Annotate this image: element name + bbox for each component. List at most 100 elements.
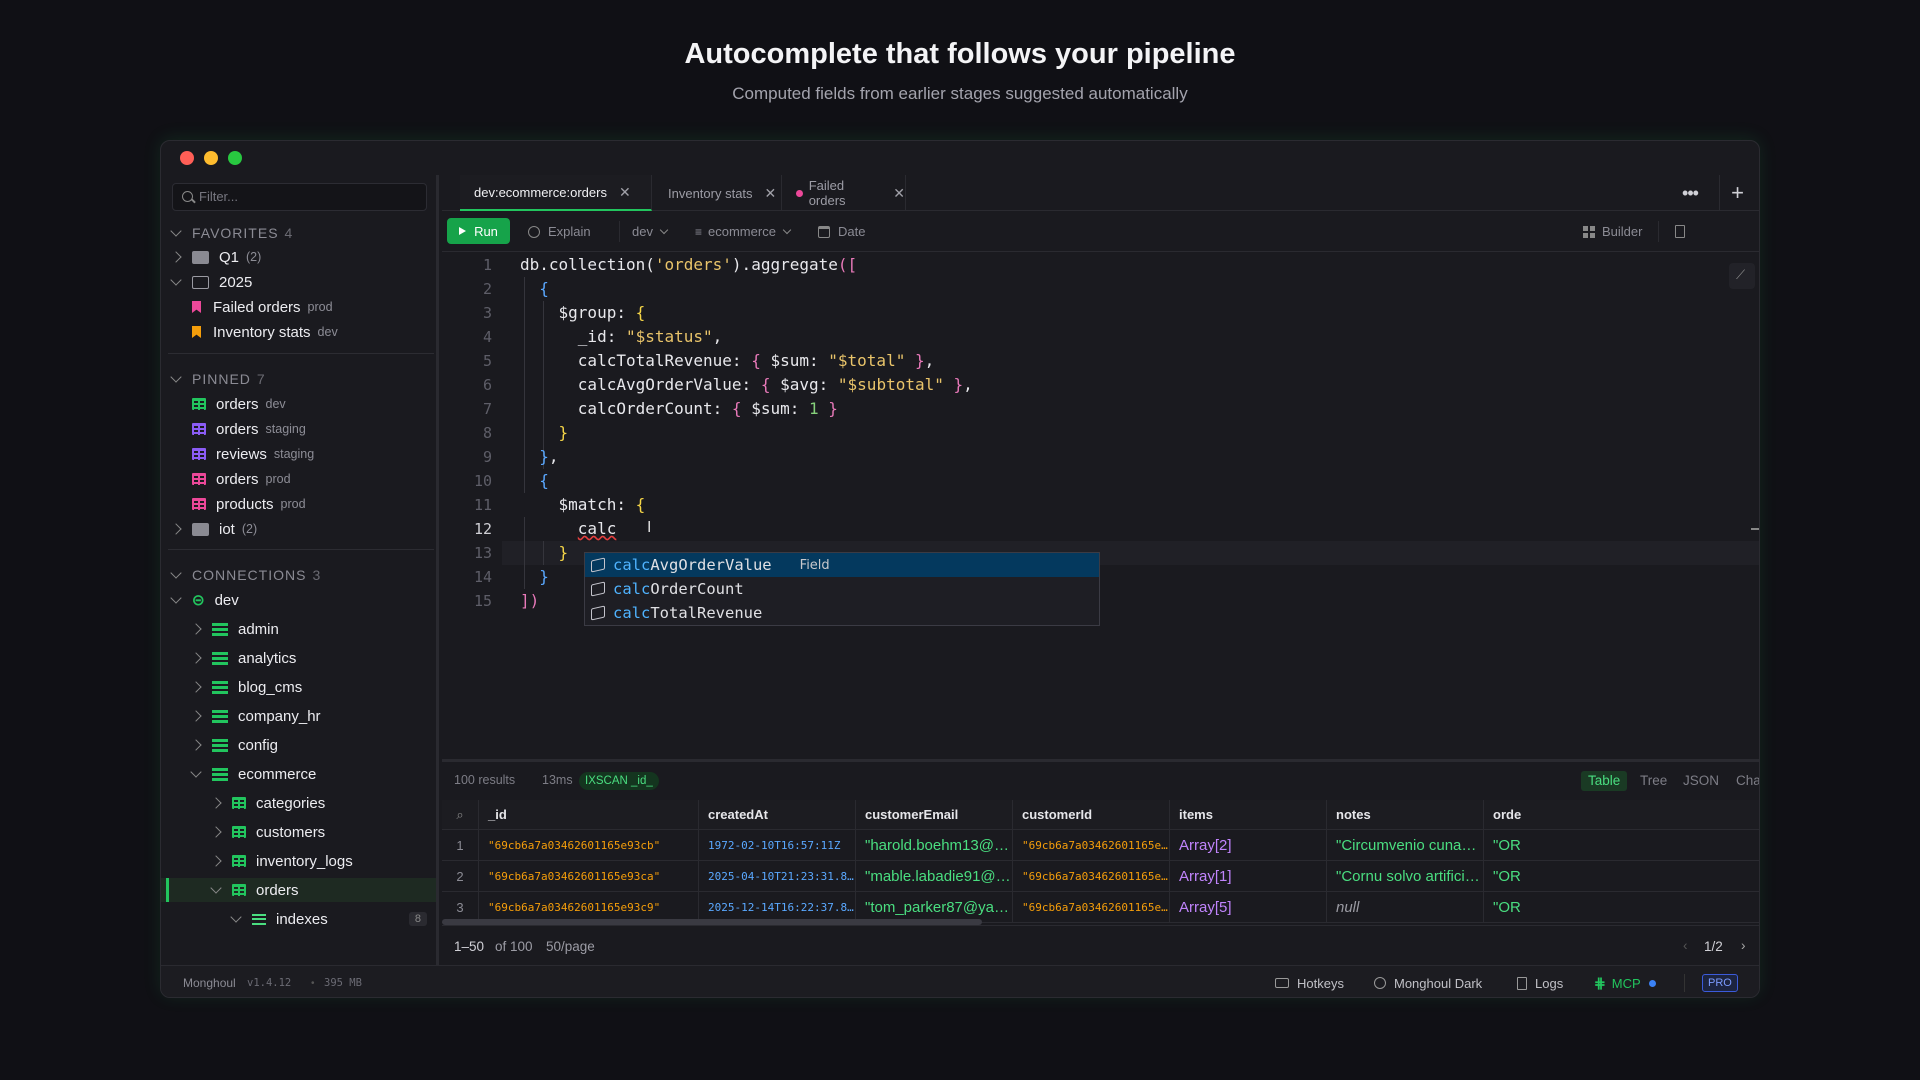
code-editor[interactable]: 1 2 3 4 5 6 7 8 9 10 11 12 13 14 15 db.c… <box>442 253 1759 758</box>
bookmark-button[interactable] <box>1658 221 1697 242</box>
mcp-label: MCP <box>1611 975 1641 991</box>
cell-order[interactable]: "OR <box>1484 830 1759 861</box>
column-header[interactable]: notes <box>1327 800 1484 830</box>
scan-badge[interactable]: IXSCAN _id_ <box>579 772 659 790</box>
database-item[interactable]: ecommerce <box>161 762 436 786</box>
pro-badge[interactable]: PRO <box>1702 974 1738 992</box>
builder-button[interactable]: Builder <box>1583 211 1642 252</box>
connection-dev[interactable]: ⊝ dev <box>161 588 436 612</box>
cell-created-at[interactable]: 2025-04-10T21:23:31.899Z <box>699 861 856 892</box>
cell-id[interactable]: "69cb6a7a03462601165e93cb" <box>479 830 699 861</box>
favorite-failed-orders[interactable]: Failed orders prod <box>161 295 436 319</box>
theme-button[interactable]: Monghoul Dark <box>1374 966 1482 997</box>
collection-item[interactable]: customers <box>161 820 436 844</box>
cell-order[interactable]: "OR <box>1484 861 1759 892</box>
collection-item-selected[interactable]: orders <box>161 878 436 902</box>
column-header[interactable]: items <box>1170 800 1327 830</box>
row-number: 2 <box>442 861 479 892</box>
tab-failed-orders[interactable]: Failed orders ✕ <box>782 175 906 211</box>
column-header[interactable]: _id <box>479 800 699 830</box>
cell-items[interactable]: Array[5] <box>1170 892 1327 923</box>
pinned-item[interactable]: reviews staging <box>161 442 436 466</box>
pinned-item[interactable]: orders staging <box>161 417 436 441</box>
prev-page-icon[interactable]: ‹ <box>1683 938 1688 953</box>
close-icon[interactable]: ✕ <box>893 185 905 202</box>
pinned-item[interactable]: products prod <box>161 492 436 516</box>
chevron-right-icon <box>170 251 182 263</box>
cell-notes[interactable]: null <box>1327 892 1484 923</box>
header-spacer <box>1702 762 1703 763</box>
connections-header[interactable]: CONNECTIONS 3 <box>161 563 436 587</box>
view-tab-table[interactable]: Table <box>1581 771 1628 791</box>
cell-customer-id[interactable]: "69cb6a7a03462601165e8ded" <box>1013 892 1170 923</box>
database-item[interactable]: analytics <box>161 646 436 670</box>
env-select[interactable]: dev <box>619 221 669 242</box>
favorite-env: prod <box>307 300 333 314</box>
code-line: calcTotalRevenue: { $sum: "$total" }, <box>520 351 935 370</box>
more-icon[interactable]: ••• <box>1672 175 1708 211</box>
list-icon: ≡ <box>695 224 703 239</box>
tab-orders[interactable]: dev:ecommerce:orders ✕ <box>460 175 652 211</box>
view-tab-tree[interactable]: Tree <box>1640 771 1667 791</box>
cell-order[interactable]: "OR <box>1484 892 1759 923</box>
column-header[interactable]: customerId <box>1013 800 1170 830</box>
close-icon[interactable]: ✕ <box>619 184 631 201</box>
column-header[interactable]: orde <box>1484 800 1759 830</box>
next-page-icon[interactable]: › <box>1741 938 1746 953</box>
database-item[interactable]: company_hr <box>161 704 436 728</box>
filter-input[interactable]: Filter... <box>172 183 427 211</box>
explain-button[interactable]: Explain <box>528 211 591 252</box>
cell-notes[interactable]: "Circumvenio cunabula... <box>1327 830 1484 861</box>
folder-2025[interactable]: 2025 <box>161 270 436 294</box>
column-header[interactable]: createdAt <box>699 800 856 830</box>
cell-items[interactable]: Array[2] <box>1170 830 1327 861</box>
run-button[interactable]: Run <box>447 218 510 244</box>
pinned-item[interactable]: orders prod <box>161 467 436 491</box>
tab-label: Inventory stats <box>668 185 753 201</box>
folder-q1[interactable]: Q1 (2) <box>161 245 436 269</box>
search-icon[interactable]: ⌕ <box>442 800 479 830</box>
per-page-select[interactable]: 50/page <box>546 939 595 954</box>
cell-customer-id[interactable]: "69cb6a7a03462601165e8dae" <box>1013 861 1170 892</box>
cell-notes[interactable]: "Cornu solvo artificios... <box>1327 861 1484 892</box>
database-item[interactable]: blog_cms <box>161 675 436 699</box>
favorite-inventory-stats[interactable]: Inventory stats dev <box>161 320 436 344</box>
format-wand-button[interactable]: ⟋ <box>1729 263 1755 289</box>
indexes-item[interactable]: indexes 8 <box>161 907 436 931</box>
cell-items[interactable]: Array[1] <box>1170 861 1327 892</box>
cell-email[interactable]: "harold.boehm13@yah... <box>856 830 1013 861</box>
date-button[interactable]: Date <box>818 211 865 252</box>
view-tab-json[interactable]: JSON <box>1683 771 1719 791</box>
maximize-window-button[interactable] <box>228 151 242 165</box>
collection-item[interactable]: inventory_logs <box>161 849 436 873</box>
cell-customer-id[interactable]: "69cb6a7a03462601165e8d62" <box>1013 830 1170 861</box>
close-window-button[interactable] <box>180 151 194 165</box>
database-item[interactable]: admin <box>161 617 436 641</box>
text-cursor-icon: I <box>647 519 652 536</box>
match-prefix: calc <box>613 580 651 598</box>
view-tab-chart[interactable]: Chart <box>1736 771 1759 791</box>
autocomplete-item[interactable]: calc TotalRevenue <box>585 601 1099 625</box>
favorites-header[interactable]: FAVORITES 4 <box>161 221 436 245</box>
column-header[interactable]: customerEmail <box>856 800 1013 830</box>
logs-button[interactable]: Logs <box>1517 966 1563 997</box>
cell-created-at[interactable]: 1972-02-10T16:57:11Z <box>699 830 856 861</box>
autocomplete-item[interactable]: calc AvgOrderValue Field <box>585 553 1099 577</box>
cell-email[interactable]: "mable.labadie91@hot... <box>856 861 1013 892</box>
pinned-header[interactable]: PINNED 7 <box>161 367 436 391</box>
collection-item[interactable]: categories <box>161 791 436 815</box>
filter-placeholder: Filter... <box>199 189 239 204</box>
cell-id[interactable]: "69cb6a7a03462601165e93ca" <box>479 861 699 892</box>
hotkeys-button[interactable]: Hotkeys <box>1275 966 1344 997</box>
pinned-count: 7 <box>256 371 265 387</box>
new-tab-icon[interactable]: + <box>1719 175 1755 211</box>
close-icon[interactable]: ✕ <box>765 185 777 202</box>
tab-inventory-stats[interactable]: Inventory stats ✕ <box>652 175 782 211</box>
mcp-button[interactable]: ⋕ MCP <box>1594 966 1656 997</box>
folder-iot[interactable]: iot (2) <box>161 517 436 541</box>
autocomplete-item[interactable]: calc OrderCount <box>585 577 1099 601</box>
pinned-item[interactable]: orders dev <box>161 392 436 416</box>
minimize-window-button[interactable] <box>204 151 218 165</box>
database-select[interactable]: ≡ ecommerce <box>695 211 792 252</box>
database-item[interactable]: config <box>161 733 436 757</box>
